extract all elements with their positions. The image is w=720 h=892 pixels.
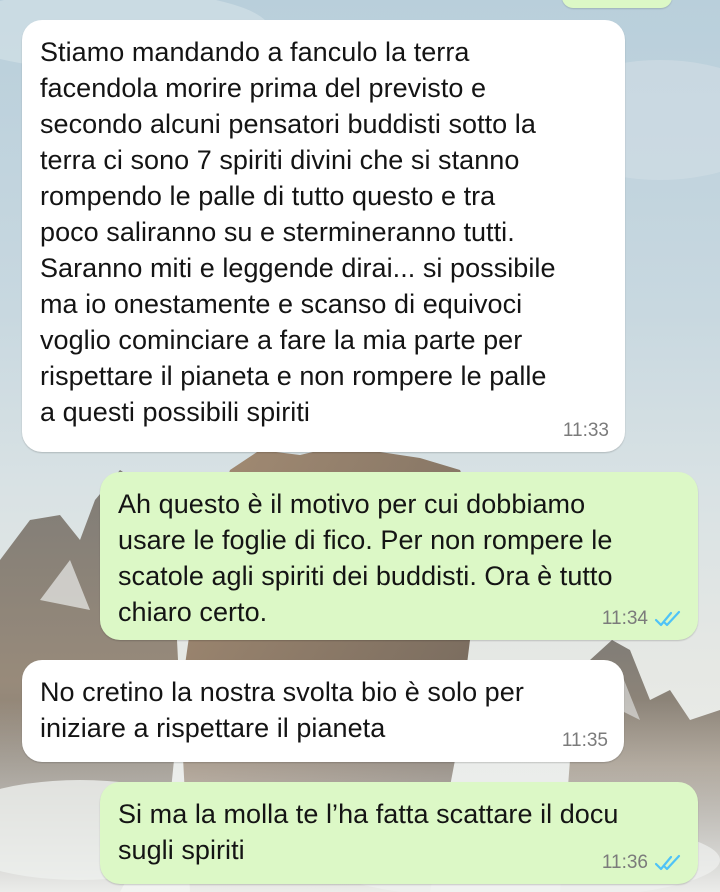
outgoing-message-bubble[interactable]: Ah questo è il motivo per cui dobbiamo u… <box>100 472 698 640</box>
message-timestamp: 11:33 <box>562 420 609 441</box>
message-timestamp: 11:36 <box>601 852 648 873</box>
message-text: Si ma la molla te l’ha fatta scattare il… <box>118 799 619 865</box>
message-meta: 11:33 <box>563 420 609 442</box>
incoming-message-bubble[interactable]: No cretino la nostra svolta bio è solo p… <box>22 660 624 762</box>
message-timestamp: 11:34 <box>601 608 648 629</box>
incoming-message-bubble[interactable]: Stiamo mandando a fanculo la terra facen… <box>22 20 625 452</box>
outgoing-message-bubble[interactable]: Si ma la molla te l’ha fatta scattare il… <box>100 782 698 884</box>
message-text: No cretino la nostra svolta bio è solo p… <box>40 677 524 743</box>
message-text: Stiamo mandando a fanculo la terra facen… <box>40 37 556 427</box>
message-meta: 11:36 <box>602 852 682 874</box>
message-text: Ah questo è il motivo per cui dobbiamo u… <box>118 489 613 627</box>
double-check-read-icon <box>654 854 682 872</box>
message-meta: 11:35 <box>562 730 608 752</box>
previous-message-fragment <box>562 0 672 8</box>
double-check-read-icon <box>654 610 682 628</box>
message-timestamp: 11:35 <box>561 730 608 751</box>
message-meta: 11:34 <box>602 608 682 630</box>
